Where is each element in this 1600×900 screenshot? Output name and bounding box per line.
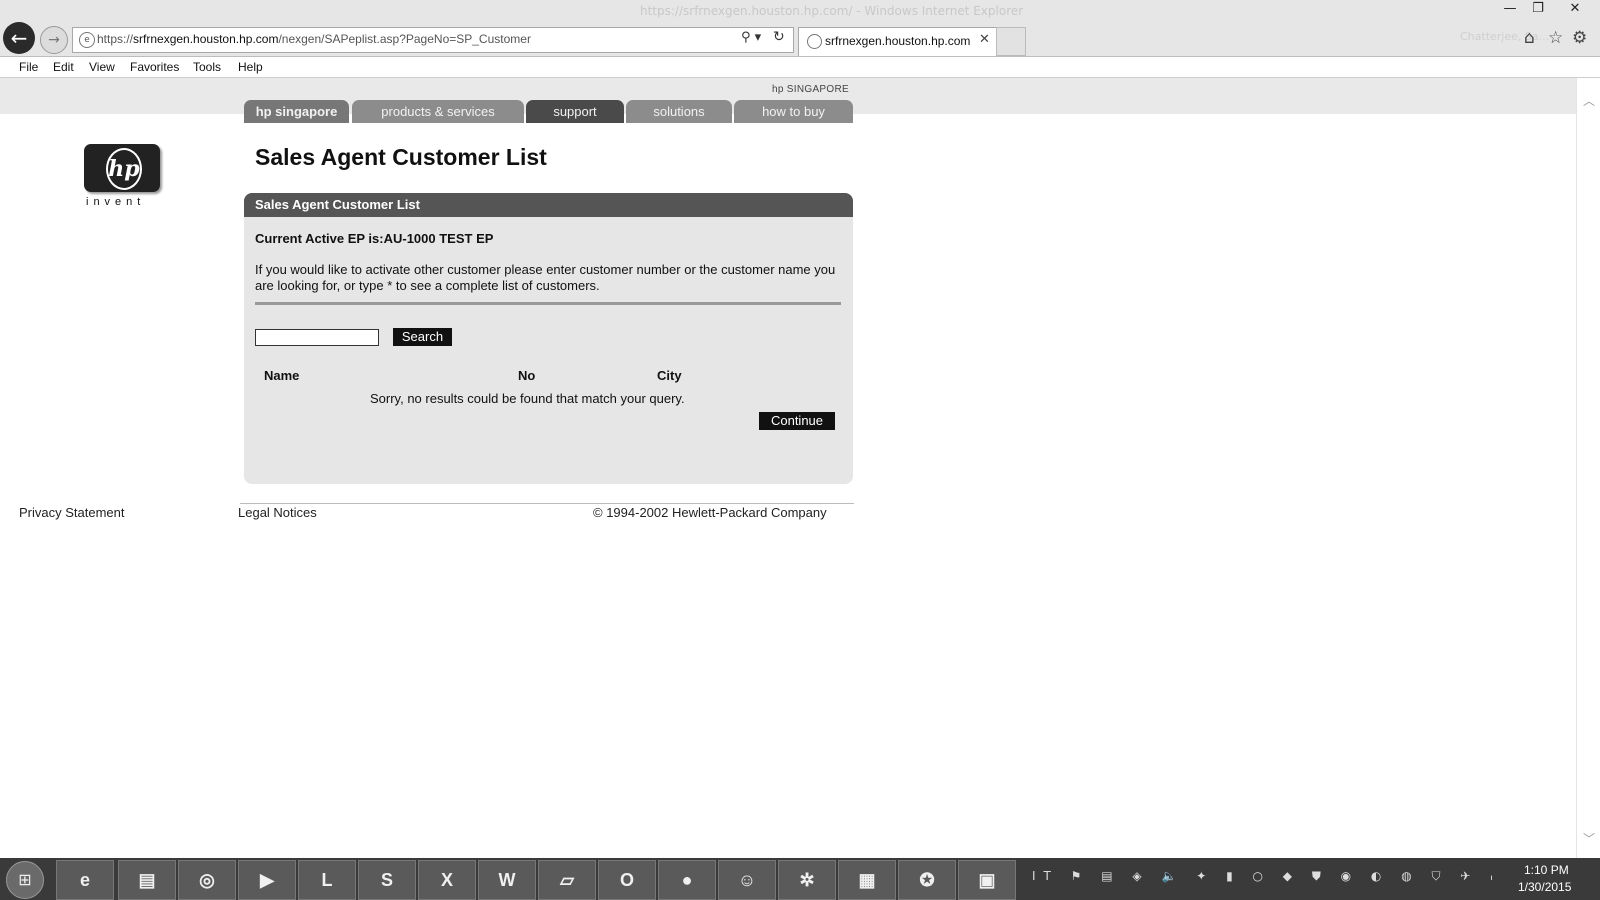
menu-view[interactable]: View xyxy=(89,60,115,74)
continue-button[interactable]: Continue xyxy=(759,412,835,430)
back-arrow-icon: ← xyxy=(10,26,28,50)
window-title: https://srfrnexgen.houston.hp.com/ - Win… xyxy=(640,4,1024,18)
taskbar-file-explorer-icon[interactable]: ▤ xyxy=(118,860,176,900)
hp-logo[interactable]: hp xyxy=(84,144,160,192)
page-title: Sales Agent Customer List xyxy=(255,144,547,170)
user-name: Chatterjee, Sa... xyxy=(1460,30,1550,43)
menu-bar: File Edit View Favorites Tools Help xyxy=(0,57,1600,78)
taskbar-settings-icon[interactable]: ✲ xyxy=(778,860,836,900)
search-button[interactable]: Search xyxy=(393,328,452,346)
refresh-icon[interactable]: ↻ xyxy=(773,29,785,45)
customer-list-panel: Sales Agent Customer List Current Active… xyxy=(244,193,853,484)
no-results-message: Sorry, no results could be found that ma… xyxy=(370,391,685,406)
menu-help[interactable]: Help xyxy=(238,60,263,74)
favorites-star-icon[interactable]: ☆ xyxy=(1548,28,1563,48)
nav-tab-solutions[interactable]: solutions xyxy=(626,100,732,123)
nav-tab-products-services[interactable]: products & services xyxy=(352,100,524,123)
taskbar-media-player-icon[interactable]: ▶ xyxy=(238,860,296,900)
page-icon: e xyxy=(79,32,95,48)
close-window-button[interactable]: ✕ xyxy=(1552,0,1598,18)
browser-tab[interactable]: srfrnexgen.houston.hp.com ✕ xyxy=(798,27,998,56)
maximize-button[interactable]: ❐ xyxy=(1524,0,1552,18)
taskbar-chrome-icon[interactable]: ◎ xyxy=(178,860,236,900)
scroll-down-icon[interactable]: ﹀ xyxy=(1583,830,1595,847)
taskbar-excel-icon[interactable]: X xyxy=(418,860,476,900)
logo-tagline: invent xyxy=(86,196,146,208)
tab-close-icon[interactable]: ✕ xyxy=(979,32,990,47)
vertical-scrollbar[interactable]: ︿ ﹀ xyxy=(1576,78,1600,858)
taskbar-skype-icon[interactable]: S xyxy=(358,860,416,900)
url-text[interactable]: https://srfrnexgen.houston.hp.com/nexgen… xyxy=(97,32,531,46)
taskbar-firefox-icon[interactable]: ● xyxy=(658,860,716,900)
privacy-statement-link[interactable]: Privacy Statement xyxy=(19,505,125,520)
taskbar-winrar-icon[interactable]: ▦ xyxy=(838,860,896,900)
menu-tools[interactable]: Tools xyxy=(193,60,221,74)
scroll-up-icon[interactable]: ︿ xyxy=(1583,92,1595,109)
gear-icon[interactable]: ⚙ xyxy=(1572,28,1587,48)
system-tray-icons[interactable]: IT ⚑ ▤ ◈ 🔈 ✦ ▮ ○ ◆ ⛊ ◉ ◐ ◍ ⛉ ✈ ⌂ ◎ ▢ ▯ ⚑ xyxy=(1032,869,1492,889)
forward-arrow-icon: → xyxy=(48,32,60,48)
search-dropdown-icon[interactable]: ⚲ ▾ xyxy=(741,30,761,45)
clock-date[interactable]: 1/30/2015 xyxy=(1518,880,1571,894)
menu-edit[interactable]: Edit xyxy=(53,60,74,74)
taskbar-notepad-icon[interactable]: ▱ xyxy=(538,860,596,900)
legal-notices-link[interactable]: Legal Notices xyxy=(238,505,317,520)
active-ep-text: Current Active EP is:AU-1000 TEST EP xyxy=(255,231,494,246)
taskbar-word-icon[interactable]: W xyxy=(478,860,536,900)
forward-button[interactable]: → xyxy=(40,26,68,54)
panel-header: Sales Agent Customer List xyxy=(244,193,853,217)
tab-title: srfrnexgen.houston.hp.com xyxy=(825,34,971,48)
home-icon[interactable]: ⌂ xyxy=(1524,28,1535,48)
nav-tab-how-to-buy[interactable]: how to buy xyxy=(734,100,853,123)
taskbar-contacts-icon[interactable]: ☺ xyxy=(718,860,776,900)
browser-chrome: https://srfrnexgen.houston.hp.com/ - Win… xyxy=(0,0,1600,57)
nav-tab-support[interactable]: support xyxy=(526,100,624,123)
hp-logo-icon: hp xyxy=(106,148,142,190)
windows-logo-icon: ⊞ xyxy=(18,870,32,889)
taskbar-clipboard-icon[interactable]: ▣ xyxy=(958,860,1016,900)
new-tab-button[interactable] xyxy=(996,27,1026,56)
start-button[interactable]: ⊞ xyxy=(6,861,44,899)
taskbar-outlook-icon[interactable]: O xyxy=(598,860,656,900)
divider xyxy=(255,302,841,305)
back-button[interactable]: ← xyxy=(3,22,35,54)
nav-tab-hp-singapore[interactable]: hp singapore xyxy=(244,100,349,123)
web-page: hp SINGAPORE hp singapore products & ser… xyxy=(0,78,1600,858)
tab-page-icon xyxy=(807,34,822,49)
taskbar-lync-icon[interactable]: L xyxy=(298,860,356,900)
taskbar: ⊞ e ▤ ◎ ▶ L S X W ▱ O ● ☺ ✲ ▦ ✪ ▣ IT ⚑ ▤… xyxy=(0,858,1600,900)
minimize-button[interactable]: — xyxy=(1496,0,1524,18)
column-header-name: Name xyxy=(264,368,300,383)
copyright-text: © 1994-2002 Hewlett-Packard Company xyxy=(593,505,827,520)
footer-divider xyxy=(240,503,854,504)
menu-file[interactable]: File xyxy=(19,60,38,74)
instructions-text: If you would like to activate other cust… xyxy=(255,262,836,293)
column-header-no: No xyxy=(518,368,536,383)
clock-time[interactable]: 1:10 PM xyxy=(1524,863,1569,877)
menu-favorites[interactable]: Favorites xyxy=(130,60,179,74)
taskbar-help-icon[interactable]: ✪ xyxy=(898,860,956,900)
region-label: hp SINGAPORE xyxy=(772,84,849,95)
taskbar-internet-explorer-icon[interactable]: e xyxy=(56,860,114,900)
column-header-city: City xyxy=(657,368,682,383)
search-input[interactable] xyxy=(255,329,379,346)
address-bar[interactable]: e https://srfrnexgen.houston.hp.com/nexg… xyxy=(72,27,794,53)
